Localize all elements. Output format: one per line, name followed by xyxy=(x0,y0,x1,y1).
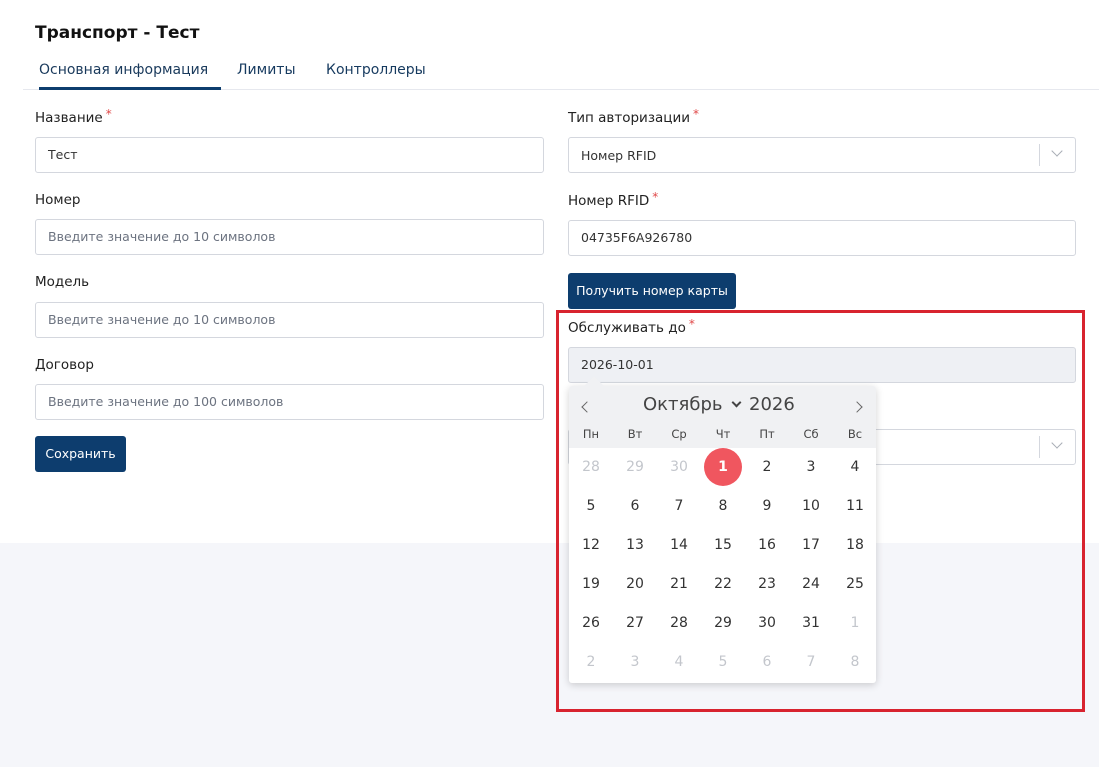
day-cell[interactable]: 3 xyxy=(613,643,657,682)
day-cell[interactable]: 22 xyxy=(701,565,745,604)
day-cell[interactable]: 3 xyxy=(789,448,833,487)
required-mark: * xyxy=(693,107,700,121)
day-cell[interactable]: 30 xyxy=(745,604,789,643)
year-input[interactable]: 2026 xyxy=(749,394,795,415)
day-cell[interactable]: 20 xyxy=(613,565,657,604)
day-cell[interactable]: 16 xyxy=(745,526,789,565)
day-cell[interactable]: 31 xyxy=(789,604,833,643)
day-cell[interactable]: 8 xyxy=(701,487,745,526)
day-cell[interactable]: 25 xyxy=(833,565,877,604)
day-cell[interactable]: 6 xyxy=(613,487,657,526)
day-cell[interactable]: 26 xyxy=(569,604,613,643)
model-label: Модель xyxy=(35,274,90,290)
contract-input[interactable]: Введите значение до 100 символов xyxy=(35,384,544,420)
day-cell[interactable]: 29 xyxy=(701,604,745,643)
day-cell[interactable]: 18 xyxy=(833,526,877,565)
day-cell[interactable]: 7 xyxy=(789,643,833,682)
tab-label: Контроллеры xyxy=(326,62,426,78)
day-cell[interactable]: 13 xyxy=(613,526,657,565)
day-cell[interactable]: 30 xyxy=(657,448,701,487)
day-cell[interactable]: 14 xyxy=(657,526,701,565)
tab-label: Лимиты xyxy=(237,62,296,78)
weekday-header: Сб xyxy=(803,427,819,441)
page-title: Транспорт - Тест xyxy=(35,23,200,43)
day-cell[interactable]: 29 xyxy=(613,448,657,487)
tab-bar: Основная информация Лимиты Контроллеры xyxy=(23,58,1099,90)
day-cell[interactable]: 9 xyxy=(745,487,789,526)
name-input[interactable]: Тест xyxy=(35,137,544,173)
auth-type-value: Номер RFID xyxy=(581,148,657,163)
day-cell[interactable]: 5 xyxy=(701,643,745,682)
weekday-header: Вс xyxy=(847,427,863,441)
datepicker-popup: Октябрь 2026 Пн Вт Ср Чт Пт Сб Вс 28 29 30 1 2 3 4 5 6… xyxy=(569,376,877,683)
month-select[interactable]: Октябрь xyxy=(643,394,723,415)
auth-type-label: Тип авторизации * xyxy=(568,107,700,126)
chevron-down-icon xyxy=(1039,144,1075,166)
day-cell[interactable]: 6 xyxy=(745,643,789,682)
day-cell[interactable]: 4 xyxy=(833,448,877,487)
day-cell[interactable]: 1 xyxy=(833,604,877,643)
day-cell[interactable]: 15 xyxy=(701,526,745,565)
day-cell[interactable]: 5 xyxy=(569,487,613,526)
weekday-header: Ср xyxy=(671,427,687,441)
day-cell[interactable]: 28 xyxy=(657,604,701,643)
day-cell[interactable]: 19 xyxy=(569,565,613,604)
weekday-header: Вт xyxy=(627,427,643,441)
model-input[interactable]: Введите значение до 10 символов xyxy=(35,302,544,338)
number-input[interactable]: Введите значение до 10 символов xyxy=(35,219,544,255)
day-cell[interactable]: 2 xyxy=(745,448,789,487)
day-cell[interactable]: 12 xyxy=(569,526,613,565)
day-cell[interactable]: 10 xyxy=(789,487,833,526)
day-cell[interactable]: 21 xyxy=(657,565,701,604)
day-cell[interactable]: 23 xyxy=(745,565,789,604)
tab-label: Основная информация xyxy=(39,62,209,78)
day-cell[interactable]: 2 xyxy=(569,643,613,682)
get-card-number-button[interactable]: Получить номер карты xyxy=(568,273,736,309)
weekday-header: Пн xyxy=(582,427,600,441)
day-cell[interactable]: 28 xyxy=(569,448,613,487)
name-label: Название * xyxy=(35,107,112,126)
tab-limits[interactable]: Лимиты xyxy=(237,58,296,90)
tab-controllers[interactable]: Контроллеры xyxy=(326,58,426,90)
day-cell-selected[interactable]: 1 xyxy=(701,448,745,487)
weekday-header: Чт xyxy=(715,427,731,441)
number-label: Номер xyxy=(35,192,81,208)
save-button[interactable]: Сохранить xyxy=(35,436,126,472)
day-cell[interactable]: 8 xyxy=(833,643,877,682)
required-mark: * xyxy=(652,190,659,204)
day-cell[interactable]: 11 xyxy=(833,487,877,526)
weekday-header: Пт xyxy=(759,427,775,441)
required-mark: * xyxy=(105,107,112,121)
auth-type-select[interactable]: Номер RFID xyxy=(568,137,1076,173)
tab-main-info[interactable]: Основная информация xyxy=(39,58,221,90)
day-cell[interactable]: 17 xyxy=(789,526,833,565)
rfid-input[interactable]: 04735F6A926780 xyxy=(568,220,1076,256)
day-cell[interactable]: 27 xyxy=(613,604,657,643)
contract-label: Договор xyxy=(35,357,94,373)
day-cell[interactable]: 4 xyxy=(657,643,701,682)
rfid-label: Номер RFID * xyxy=(568,190,659,209)
day-cell[interactable]: 7 xyxy=(657,487,701,526)
day-cell[interactable]: 24 xyxy=(789,565,833,604)
